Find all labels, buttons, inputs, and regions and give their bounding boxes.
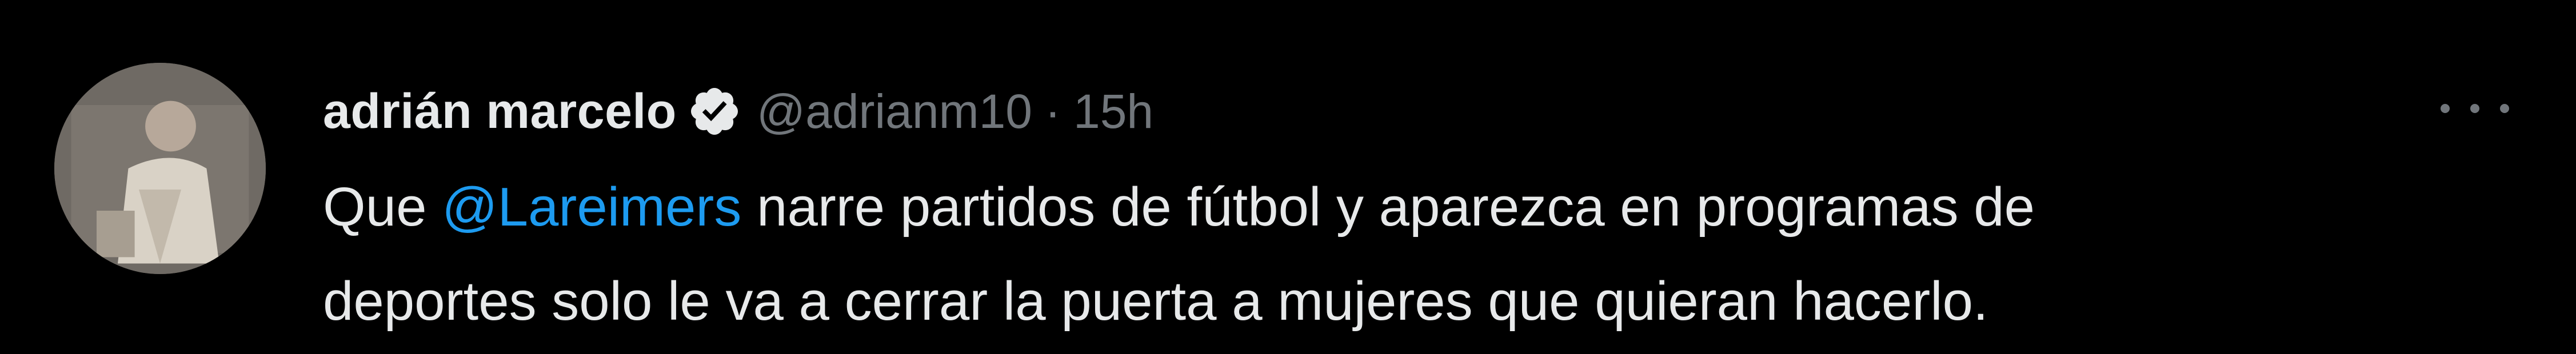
tweet-text-prefix: Que [323, 176, 442, 238]
more-dot [2470, 104, 2479, 113]
profile-photo-icon [54, 63, 266, 274]
mention-link[interactable]: @Lareimers [442, 176, 741, 238]
tweet-text: Que @Lareimers narre partidos de fútbol … [323, 160, 2438, 348]
author-display-name[interactable]: adrián marcelo [323, 83, 677, 140]
more-dot [2441, 104, 2450, 113]
header-separator: · [1045, 84, 1061, 138]
tweet-text-line-2: deportes solo le va a cerrar la puerta a… [323, 271, 1988, 332]
more-dot [2500, 104, 2509, 113]
more-horizontal-icon[interactable] [2441, 86, 2509, 131]
verified-badge-icon [687, 84, 742, 139]
tweet-header: adrián marcelo @adrianm10 · 15h [323, 77, 1153, 146]
author-handle[interactable]: @adrianm10 [757, 84, 1032, 139]
avatar[interactable] [54, 63, 266, 274]
tweet-timestamp[interactable]: 15h [1073, 84, 1153, 139]
tweet-text-line-1: Que @Lareimers narre partidos de fútbol … [323, 160, 2438, 254]
tweet-text-rest: narre partidos de fútbol y aparezca en p… [741, 176, 2035, 238]
tweet[interactable]: adrián marcelo @adrianm10 · 15h Que @Lar… [0, 0, 2576, 354]
